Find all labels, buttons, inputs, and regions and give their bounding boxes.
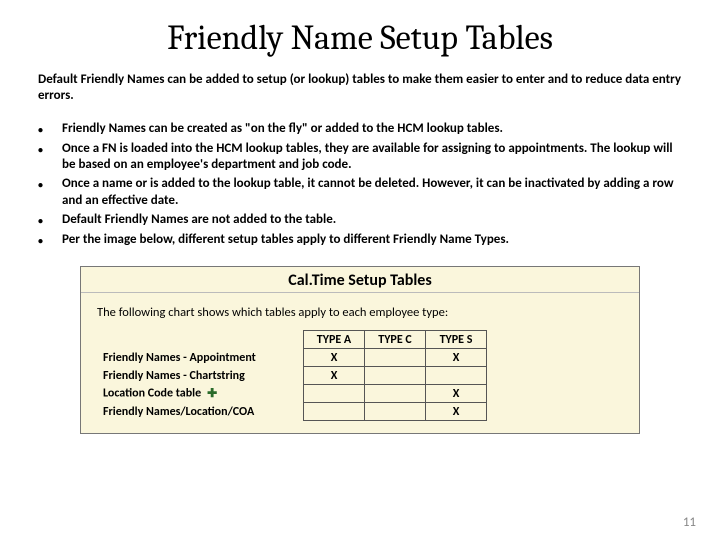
table-row: Location Code table✚ X — [97, 385, 487, 403]
setup-tables-panel: Cal.Time Setup Tables The following char… — [80, 266, 640, 434]
col-header: TYPE A — [304, 331, 365, 349]
table-row: Friendly Names/Location/COA X — [97, 403, 487, 421]
cell — [365, 403, 426, 421]
row-label: Friendly Names - Chartstring — [97, 367, 304, 385]
cell: X — [426, 349, 487, 367]
list-item: •Once a FN is loaded into the HCM lookup… — [38, 141, 682, 175]
bullet-dot: • — [38, 141, 62, 175]
cell — [426, 367, 487, 385]
cell — [365, 349, 426, 367]
panel-title: Cal.Time Setup Tables — [81, 267, 639, 293]
bullet-dot: • — [38, 212, 62, 230]
panel-description: The following chart shows which tables a… — [97, 305, 623, 320]
bullet-list: •Friendly Names can be created as "on th… — [38, 121, 682, 251]
bullet-dot: • — [38, 176, 62, 210]
list-item: •Once a name or is added to the lookup t… — [38, 176, 682, 210]
intro-text: Default Friendly Names can be added to s… — [38, 72, 682, 105]
page-title: Friendly Name Setup Tables — [38, 18, 682, 58]
list-item: •Default Friendly Names are not added to… — [38, 212, 682, 230]
bullet-dot: • — [38, 121, 62, 139]
table-row: Friendly Names - Appointment X X — [97, 349, 487, 367]
col-header: TYPE C — [365, 331, 426, 349]
bullet-dot: • — [38, 232, 62, 250]
list-item: •Friendly Names can be created as "on th… — [38, 121, 682, 139]
cell — [304, 403, 365, 421]
cell: X — [304, 349, 365, 367]
cell — [365, 367, 426, 385]
cell: X — [426, 403, 487, 421]
page-number: 11 — [683, 515, 696, 530]
plus-icon: ✚ — [207, 386, 217, 401]
cell: X — [426, 385, 487, 403]
row-label: Friendly Names/Location/COA — [97, 403, 304, 421]
table-row: Friendly Names - Chartstring X — [97, 367, 487, 385]
row-label: Friendly Names - Appointment — [97, 349, 304, 367]
setup-table: TYPE A TYPE C TYPE S Friendly Names - Ap… — [97, 330, 487, 421]
col-header: TYPE S — [426, 331, 487, 349]
row-label: Location Code table✚ — [97, 385, 304, 403]
cell: X — [304, 367, 365, 385]
cell — [365, 385, 426, 403]
list-item: •Per the image below, different setup ta… — [38, 232, 682, 250]
cell — [304, 385, 365, 403]
